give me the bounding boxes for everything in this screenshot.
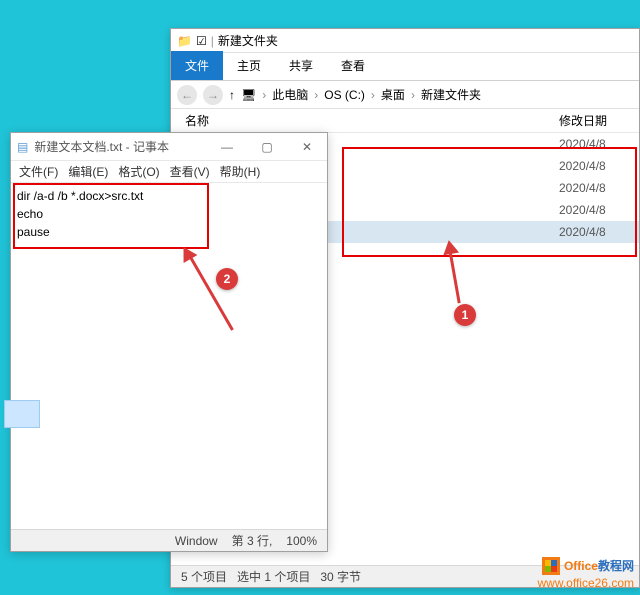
ribbon-tabs: 文件 主页 共享 查看	[171, 53, 639, 81]
folder-icon	[4, 400, 40, 428]
file-date: 2020/4/8	[559, 225, 639, 239]
tab-share[interactable]: 共享	[275, 51, 327, 80]
notepad-textarea[interactable]: dir /a-d /b *.docx>src.txt echo pause	[11, 183, 327, 523]
status-selected: 选中 1 个项目	[237, 568, 310, 585]
address-bar[interactable]: ← → ↑ 🖥 › 此电脑 › OS (C:) › 桌面 › 新建文件夹	[171, 81, 639, 109]
close-button[interactable]: ✕	[287, 133, 327, 161]
quick-access-icon[interactable]: ☑	[196, 34, 207, 48]
watermark: Office教程网 www.office26.com	[538, 557, 635, 591]
status-count: 5 个项目	[181, 568, 227, 585]
menu-file[interactable]: 文件(F)	[15, 161, 62, 182]
annotation-callout-2: 2	[216, 268, 238, 290]
watermark-brand2: 教程网	[598, 559, 634, 573]
chevron-right-icon: ›	[411, 88, 415, 102]
desktop-shortcut[interactable]: 文	[2, 400, 42, 450]
menu-format[interactable]: 格式(O)	[114, 161, 163, 182]
code-line: echo	[17, 205, 321, 223]
file-date: 2020/4/8	[559, 137, 639, 151]
notepad-window: ▤ 新建文本文档.txt - 记事本 — ▢ ✕ 文件(F) 编辑(E) 格式(…	[10, 132, 328, 552]
code-line: pause	[17, 223, 321, 241]
annotation-callout-1: 1	[454, 304, 476, 326]
file-date: 2020/4/8	[559, 159, 639, 173]
status-size: 30 字节	[320, 568, 361, 585]
menu-view[interactable]: 查看(V)	[166, 161, 214, 182]
maximize-button[interactable]: ▢	[247, 133, 287, 161]
status-os: Window	[175, 534, 218, 548]
window-title: 新建文件夹	[218, 32, 278, 49]
column-name[interactable]: 名称	[171, 112, 559, 129]
folder-icon: 📁	[177, 34, 192, 48]
title-separator: |	[211, 34, 214, 48]
nav-back-button[interactable]: ←	[177, 85, 197, 105]
chevron-right-icon: ›	[314, 88, 318, 102]
shortcut-label: 文	[2, 430, 42, 446]
explorer-titlebar[interactable]: 📁 ☑ | 新建文件夹	[171, 29, 639, 53]
status-cursor: 第 3 行,	[232, 532, 273, 549]
notepad-menubar: 文件(F) 编辑(E) 格式(O) 查看(V) 帮助(H)	[11, 161, 327, 183]
watermark-url: www.office26.com	[538, 575, 635, 591]
tab-view[interactable]: 查看	[327, 51, 379, 80]
watermark-brand1: Office	[564, 559, 598, 573]
notepad-statusbar: Window 第 3 行, 100%	[11, 529, 327, 551]
notepad-icon: ▤	[17, 140, 28, 154]
chevron-right-icon: ›	[371, 88, 375, 102]
minimize-button[interactable]: —	[207, 133, 247, 161]
crumb-desktop[interactable]: 桌面	[381, 86, 405, 103]
tab-file[interactable]: 文件	[171, 51, 223, 80]
crumb-drive[interactable]: OS (C:)	[324, 88, 365, 102]
status-zoom: 100%	[286, 534, 317, 548]
chevron-right-icon: ›	[262, 88, 266, 102]
column-modified[interactable]: 修改日期	[559, 112, 639, 129]
office-logo-icon	[542, 557, 560, 575]
menu-help[interactable]: 帮助(H)	[216, 161, 265, 182]
file-date: 2020/4/8	[559, 181, 639, 195]
nav-up-icon[interactable]: ↑	[229, 88, 235, 102]
notepad-titlebar[interactable]: ▤ 新建文本文档.txt - 记事本 — ▢ ✕	[11, 133, 327, 161]
file-date: 2020/4/8	[559, 203, 639, 217]
crumb-pc[interactable]: 此电脑	[272, 86, 308, 103]
tab-home[interactable]: 主页	[223, 51, 275, 80]
column-headers: 名称 修改日期	[171, 109, 639, 133]
notepad-title: 新建文本文档.txt - 记事本	[34, 138, 207, 155]
crumb-folder[interactable]: 新建文件夹	[421, 86, 481, 103]
menu-edit[interactable]: 编辑(E)	[64, 161, 112, 182]
pc-icon: 🖥	[241, 88, 256, 102]
code-line: dir /a-d /b *.docx>src.txt	[17, 187, 321, 205]
nav-forward-button[interactable]: →	[203, 85, 223, 105]
